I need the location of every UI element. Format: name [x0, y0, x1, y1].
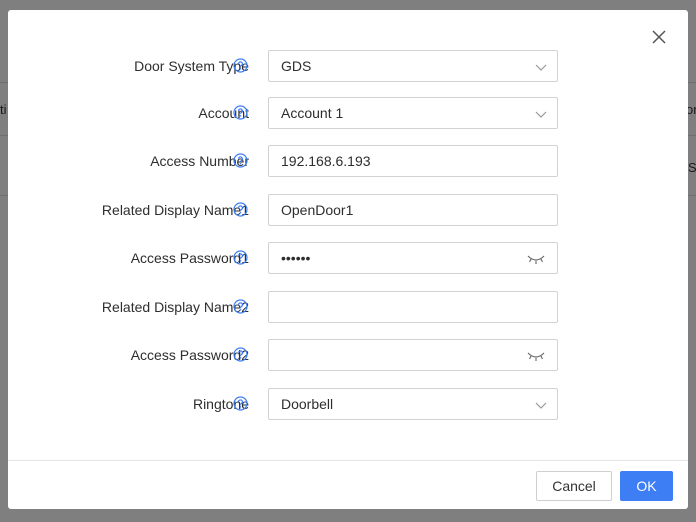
door-system-type-select[interactable]: GDS: [268, 50, 558, 82]
ringtone-select[interactable]: Doorbell: [268, 388, 558, 420]
chevron-down-icon: [535, 60, 547, 72]
related-display-name2-input[interactable]: [268, 291, 558, 323]
access-password2-input[interactable]: [268, 339, 558, 371]
form-row-account: Account Account 1: [8, 97, 688, 129]
help-icon[interactable]: [233, 153, 248, 168]
access-password1-value: ••••••: [281, 250, 311, 266]
help-icon[interactable]: [233, 250, 248, 265]
related-display-name2-label: Related Display Name2: [101, 299, 249, 315]
access-password1-label: Access Password1: [130, 250, 249, 266]
help-icon[interactable]: [233, 299, 248, 314]
cancel-button[interactable]: Cancel: [536, 471, 612, 501]
eye-closed-icon[interactable]: [527, 349, 545, 361]
help-icon[interactable]: [233, 347, 248, 362]
form-row-ringtone: Ringtone Doorbell: [8, 388, 688, 420]
ringtone-value: Doorbell: [281, 396, 334, 412]
door-system-dialog: Door System Type GDS Account Account 1 A…: [8, 10, 688, 509]
related-display-name1-input[interactable]: OpenDoor1: [268, 194, 558, 226]
form-row-access-password2: Access Password2: [8, 339, 688, 371]
dialog-footer-divider: [8, 460, 688, 461]
help-icon[interactable]: [233, 202, 248, 217]
chevron-down-icon: [535, 107, 547, 119]
access-number-input[interactable]: 192.168.6.193: [268, 145, 558, 177]
form-row-related-display-name1: Related Display Name1 OpenDoor1: [8, 194, 688, 226]
help-icon[interactable]: [233, 105, 248, 120]
ok-button[interactable]: OK: [620, 471, 673, 501]
form-row-door-system-type: Door System Type GDS: [8, 50, 688, 82]
form-row-access-number: Access Number 192.168.6.193: [8, 145, 688, 177]
form-row-related-display-name2: Related Display Name2: [8, 291, 688, 323]
eye-closed-icon[interactable]: [527, 252, 545, 264]
account-select[interactable]: Account 1: [268, 97, 558, 129]
close-icon[interactable]: [650, 28, 668, 46]
form-row-access-password1: Access Password1 ••••••: [8, 242, 688, 274]
door-system-type-value: GDS: [281, 58, 312, 74]
related-display-name1-value: OpenDoor1: [281, 202, 354, 218]
help-icon[interactable]: [233, 396, 248, 411]
chevron-down-icon: [535, 398, 547, 410]
related-display-name1-label: Related Display Name1: [101, 202, 249, 218]
account-value: Account 1: [281, 105, 344, 121]
help-icon[interactable]: [233, 58, 248, 73]
access-number-value: 192.168.6.193: [281, 153, 371, 169]
access-password2-label: Access Password2: [130, 347, 249, 363]
access-password1-input[interactable]: ••••••: [268, 242, 558, 274]
door-system-type-label: Door System Type: [134, 58, 249, 74]
